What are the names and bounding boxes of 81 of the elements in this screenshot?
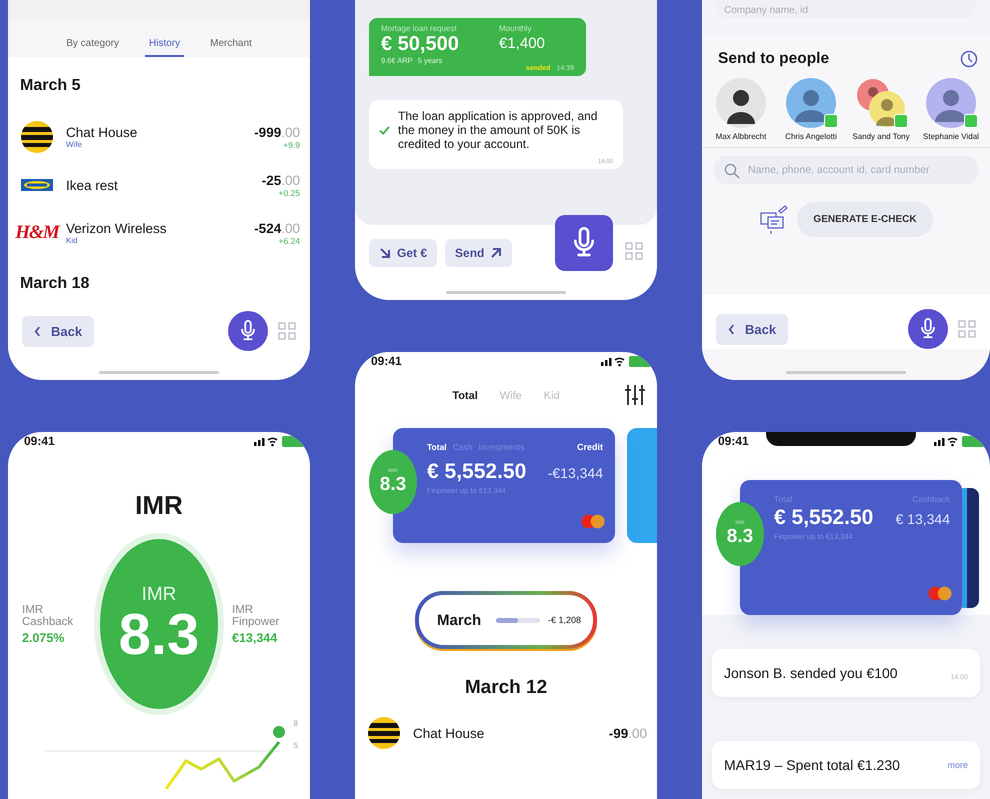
merchant-name: Chat House [66, 125, 138, 140]
more-link[interactable]: more [947, 760, 968, 770]
microphone-button[interactable] [555, 215, 613, 271]
search-field[interactable]: Name, phone, account id, card number [714, 156, 978, 184]
striped-logo-icon [21, 121, 53, 153]
arrow-down-right-icon [379, 247, 391, 259]
balance-tab[interactable]: Total [427, 442, 447, 452]
month-amount: -€ 1,208 [548, 615, 581, 625]
amount: -999.00 [254, 124, 300, 140]
contact-name[interactable]: Sandy and Tony [852, 132, 910, 142]
tab[interactable]: History [145, 38, 184, 57]
generate-e-check-button[interactable]: GENERATE E-CHECK [797, 202, 933, 238]
microphone-button[interactable] [228, 311, 268, 351]
amount: -25.00 [262, 172, 300, 188]
send-button[interactable]: Send [445, 239, 512, 267]
stat-value: 2.075% [22, 630, 66, 644]
back-button[interactable]: Back [716, 314, 788, 344]
bubble-label: Mounthly [499, 24, 532, 33]
cashback-amount: € 13,344 [896, 511, 950, 527]
clock-icon[interactable] [960, 50, 978, 68]
credit-amount: -€13,344 [548, 465, 603, 481]
bubble-label: Mortage loan request [381, 24, 458, 33]
balance-amount: € 5,552.50 [774, 506, 874, 530]
message-text: The loan application is approved, and the money in the amount of 50K is credited to your account. [398, 110, 598, 152]
microphone-button[interactable] [908, 309, 948, 349]
monthly-amount: €1,400 [499, 35, 545, 52]
amount: -99.00 [608, 726, 647, 740]
cashback-amount: +6.24 [278, 236, 300, 246]
stat-label: IMR Finpower [232, 604, 280, 628]
score-label: IMR [142, 584, 176, 606]
chevron-left-icon [34, 326, 41, 336]
filter-icon[interactable] [625, 384, 645, 406]
date-heading: March 18 [20, 275, 90, 293]
brand-logo: H&M [15, 222, 59, 244]
tab[interactable]: By category [62, 38, 123, 57]
status-time: 09:41 [371, 354, 402, 368]
credit-label: Credit [576, 442, 603, 452]
member-tag: Kid [66, 236, 242, 245]
check-document-icon [759, 204, 790, 235]
axis-label: 8 [294, 719, 298, 728]
date-heading: March 5 [20, 77, 82, 95]
screen-title: IMR [134, 490, 184, 521]
stat-label: IMR Cashback [22, 604, 74, 628]
merchant-name: Ikea rest [66, 178, 119, 192]
notification-text: MAR19 – Spent total €1.230 [724, 757, 901, 773]
striped-logo-icon [368, 717, 400, 749]
contact-name[interactable]: Stephanie Vidal [923, 132, 979, 142]
status-icons [934, 435, 984, 447]
card-brand-icon [581, 514, 605, 529]
brand-logo-icon [21, 179, 53, 191]
cashback-amount: +0.25 [278, 188, 300, 198]
date-heading: March 12 [464, 677, 548, 699]
merchant-name: Chat House [413, 726, 486, 740]
card-brand-icon [928, 586, 952, 601]
month-label: March [437, 612, 482, 628]
status-time: 09:41 [718, 434, 749, 448]
contact-name[interactable]: Chris Angelotti [785, 132, 837, 142]
status-icons [601, 355, 651, 367]
stat-value: €13,344 [232, 630, 278, 644]
get-button[interactable]: Get € [369, 239, 438, 267]
status-icons [254, 435, 304, 447]
axis-label: 5 [294, 741, 298, 750]
loan-amount: € 50,500 [381, 33, 460, 56]
merchant-name: Verizon Wireless [66, 221, 168, 236]
member-tag: Wife [66, 140, 242, 149]
score-value: 8.3 [118, 606, 200, 664]
contact-name[interactable]: Max Albbrecht [716, 132, 766, 142]
back-button[interactable]: Back [22, 316, 94, 346]
cashback-amount: +9.9 [283, 140, 300, 150]
balance-amount: € 5,552.50 [427, 460, 526, 484]
arrow-up-right-icon [490, 247, 502, 259]
notification-card[interactable]: MAR19 – Spent total €1.230 more [712, 741, 980, 789]
status-time: 09:41 [24, 434, 55, 448]
section-title: Send to people [718, 50, 830, 68]
field-placeholder: Company name, id [724, 5, 808, 16]
tab[interactable]: Merchant [206, 38, 256, 57]
chevron-left-icon [728, 324, 735, 334]
spend-bar [496, 618, 540, 622]
amount: -524.00 [254, 220, 300, 236]
notification-text: Jonson B. sended you €100 [724, 665, 899, 681]
tab[interactable]: Total [452, 390, 478, 402]
